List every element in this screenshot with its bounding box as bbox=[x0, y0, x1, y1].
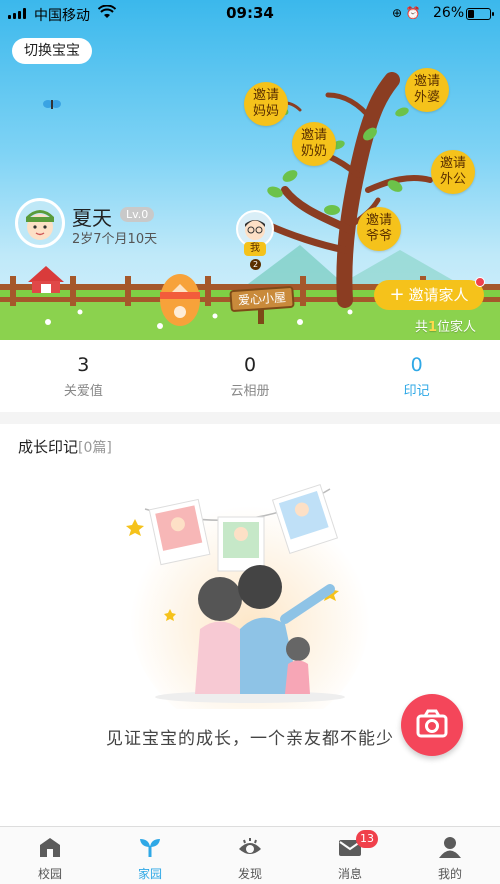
barn-icon bbox=[28, 266, 64, 293]
stat-care-value[interactable]: 3 关爱值 bbox=[0, 340, 167, 412]
family-count-prefix: 共 bbox=[414, 320, 428, 335]
camera-icon bbox=[416, 709, 448, 738]
notification-dot bbox=[475, 277, 485, 287]
family-count-value: 1 bbox=[427, 320, 437, 335]
invite-line1: 邀请 bbox=[439, 156, 466, 171]
invite-line2: 外婆 bbox=[413, 90, 440, 105]
butterfly-icon bbox=[43, 100, 61, 109]
invite-paternal-grandma-bubble[interactable]: 邀请 奶奶 bbox=[292, 122, 336, 166]
switch-baby-button[interactable]: 切换宝宝 bbox=[12, 38, 92, 64]
invite-family-label: 邀请家人 bbox=[408, 286, 469, 304]
family-tree-banner: 切换宝宝 邀请 妈妈 邀请 外婆 邀请 奶奶 邀请 外公 邀请 爷爷 夏天 Lv… bbox=[0, 0, 500, 340]
invite-line1: 邀请 bbox=[300, 128, 327, 143]
family-photos-illustration bbox=[126, 484, 370, 709]
stat-imprints[interactable]: 0 印记 bbox=[333, 340, 500, 412]
messages-badge: 13 bbox=[356, 830, 378, 848]
alarm-icon: ⊕ ⏰ bbox=[392, 6, 421, 20]
tab-label: 家园 bbox=[137, 867, 162, 881]
status-bar: 中国移动 09:34 ⊕ ⏰ 26% bbox=[0, 0, 500, 26]
invite-maternal-grandma-bubble[interactable]: 邀请 外婆 bbox=[405, 68, 449, 112]
tab-label: 校园 bbox=[37, 867, 62, 881]
camera-button[interactable] bbox=[401, 694, 463, 756]
battery-percent: 26% bbox=[433, 5, 465, 21]
level-badge: Lv.0 bbox=[120, 207, 155, 222]
tab-label: 发现 bbox=[237, 867, 262, 881]
growth-title: 成长印记 bbox=[18, 438, 79, 456]
invite-line1: 邀请 bbox=[365, 213, 392, 228]
school-icon bbox=[40, 838, 60, 857]
tab-bar: 校园 家园 发现 13 消息 我的 bbox=[0, 826, 500, 884]
tab-messages[interactable]: 13 消息 bbox=[300, 827, 400, 884]
stats-bar: 3 关爱值 0 云相册 0 印记 bbox=[0, 340, 500, 412]
plus-icon: + bbox=[389, 284, 405, 305]
family-count-suffix: 位家人 bbox=[436, 320, 476, 335]
boy-avatar-icon bbox=[18, 201, 62, 245]
tab-campus[interactable]: 校园 bbox=[0, 827, 100, 884]
invite-line2: 妈妈 bbox=[252, 104, 279, 119]
growth-section: 成长印记[0篇] 见证宝宝的成长，一个亲友都不能少 bbox=[0, 424, 500, 826]
person-icon bbox=[439, 837, 461, 858]
growth-count: [0篇] bbox=[78, 440, 112, 456]
invite-line2: 奶奶 bbox=[300, 144, 327, 159]
me-count: 2 bbox=[250, 259, 261, 270]
tab-label: 消息 bbox=[337, 867, 362, 881]
stat-label: 云相册 bbox=[230, 384, 270, 399]
love-house-sign[interactable]: 爱心小屋 bbox=[229, 285, 295, 313]
section-title: 成长印记[0篇] bbox=[18, 436, 112, 457]
clock: 09:34 bbox=[226, 4, 274, 22]
easter-egg-icon bbox=[160, 274, 200, 326]
invite-line2: 爷爷 bbox=[365, 229, 392, 244]
stat-value: 0 bbox=[410, 354, 423, 376]
tab-home[interactable]: 家园 bbox=[100, 827, 200, 884]
stat-cloud-album[interactable]: 0 云相册 bbox=[167, 340, 334, 412]
invite-mom-bubble[interactable]: 邀请 妈妈 bbox=[244, 82, 288, 126]
invite-family-button[interactable]: + 邀请家人 bbox=[374, 277, 485, 310]
stat-label: 关爱值 bbox=[63, 384, 103, 399]
me-label: 我 bbox=[244, 242, 266, 256]
baby-name: 夏天 bbox=[72, 206, 112, 230]
eye-icon bbox=[239, 838, 261, 854]
stat-value: 0 bbox=[243, 354, 257, 376]
sprout-icon bbox=[140, 839, 160, 857]
tab-label: 我的 bbox=[437, 867, 462, 881]
invite-line1: 邀请 bbox=[413, 74, 440, 89]
invite-line1: 邀请 bbox=[252, 88, 279, 103]
tab-me[interactable]: 我的 bbox=[400, 827, 500, 884]
dad-avatar-icon bbox=[238, 212, 272, 246]
stat-label: 印记 bbox=[403, 384, 430, 399]
invite-maternal-grandpa-bubble[interactable]: 邀请 外公 bbox=[431, 150, 475, 194]
family-count: 共1位家人 bbox=[415, 316, 476, 335]
tab-discover[interactable]: 发现 bbox=[200, 827, 300, 884]
baby-age: 2岁7个月10天 bbox=[72, 232, 158, 247]
invite-paternal-grandpa-bubble[interactable]: 邀请 爷爷 bbox=[357, 207, 401, 251]
stat-value: 3 bbox=[77, 354, 90, 376]
invite-line2: 外公 bbox=[439, 172, 466, 187]
battery-icon bbox=[466, 8, 494, 20]
baby-avatar[interactable] bbox=[15, 198, 65, 248]
